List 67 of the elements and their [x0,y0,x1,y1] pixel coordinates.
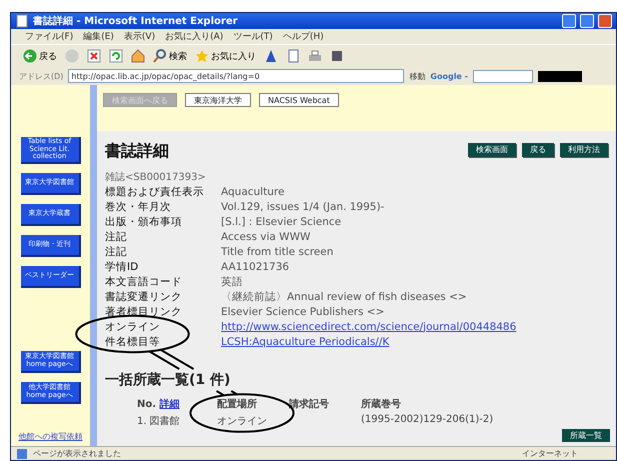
document-icon[interactable] [286,49,300,63]
field-label: 注記 [105,246,127,258]
field-value: 英語 [221,274,243,288]
field-label: 学情ID [105,260,138,272]
search-field[interactable] [472,70,533,82]
action-button[interactable]: 戻る [522,142,554,156]
field-label: 巻次・年月次 [105,200,171,212]
table-cell: 図書館 [150,416,180,427]
address-label: アドレス(D) [19,70,64,82]
table-cell-text: (1995-2002)129-206(1)-2) [361,414,494,427]
print-icon[interactable] [308,49,322,63]
redaction-bar [538,70,582,82]
field-value: 〈継続前誌〉Annual review of fish diseases <> [221,290,467,304]
field-value: AA11021736 [221,260,290,272]
field-label: 注記 [105,230,127,242]
menu-item[interactable]: 表示(V) [124,30,156,43]
field-value: Elsevier Science Publishers <> [221,306,384,318]
menu-item[interactable]: お気に入り(A) [165,30,224,43]
sidebar-link[interactable]: 他館への複写依頼 [18,431,82,442]
table-cell: 1. [137,416,147,427]
field-label: 件名標目等 [105,336,160,348]
menu-item[interactable]: ファイル(F) [25,30,74,43]
search-brand: Google - [430,72,468,80]
home-icon[interactable] [131,49,145,63]
back-button[interactable]: 戻る [23,49,57,63]
column-header: 所蔵巻号 [361,399,401,410]
field-label: オンライン [105,320,160,332]
window-title: 書誌詳細 - Microsoft Internet Explorer [33,14,239,28]
field-label: 出版・頒布事項 [105,216,182,228]
minimize-button[interactable] [562,14,576,28]
star-icon [195,49,209,63]
field-value: Title from title screen [221,246,334,258]
column-header: No. [137,399,156,410]
table-cell: オンライン [217,416,267,427]
field-value: Access via WWW [221,230,310,242]
favorites-button[interactable]: お気に入り [195,49,256,63]
nav-button[interactable]: NACSIS Webcat [259,93,339,107]
field-value: [S.l.] : Elsevier Science [221,216,342,228]
maximize-button[interactable] [580,14,594,28]
field-label: 本文言語コード [105,276,182,288]
menu-item[interactable]: ツール(T) [233,30,273,43]
field-link[interactable]: LCSH:Aquaculture Periodicals//K [221,336,390,348]
refresh-icon[interactable] [109,49,123,63]
field-value: Vol.129, issues 1/4 (Jan. 1995)- [221,200,384,212]
page-heading: 書誌詳細 [105,141,169,162]
column-header: 配置場所 [217,399,257,410]
field-label: 書誌変遷リンク [105,290,182,302]
field-label: 標題および責任表示 [105,186,204,198]
holdings-list-button[interactable]: 所蔵一覧 [562,429,610,442]
record-id: 雑誌<SB00017393> [105,170,207,184]
zone-label: インターネット [522,448,579,459]
field-link[interactable]: http://www.sciencedirect.com/science/journal/00448486 [221,320,516,332]
nav-button[interactable]: 東京海洋大学 [185,93,251,107]
detail-link[interactable]: 詳細 [160,399,180,410]
menu-item[interactable]: 編集(E) [83,30,114,43]
action-button[interactable]: 検索画面 [468,142,516,156]
stop-icon[interactable] [87,49,101,63]
field-value: Aquaculture [221,186,284,198]
close-button[interactable] [598,14,612,28]
search-icon [153,49,167,63]
go-button[interactable]: 移動 [409,70,426,82]
holdings-heading: 一括所蔵一覧(1 件) [105,371,230,389]
menu-item[interactable]: ヘルプ(H) [282,30,324,43]
search-button[interactable]: 検索 [153,49,187,63]
action-button[interactable]: 利用方法 [560,142,608,156]
address-field[interactable]: http://opac.lib.ac.jp/opac/opac_details/?lang=0 [68,69,404,83]
status-text: ページが表示されました [33,448,122,459]
